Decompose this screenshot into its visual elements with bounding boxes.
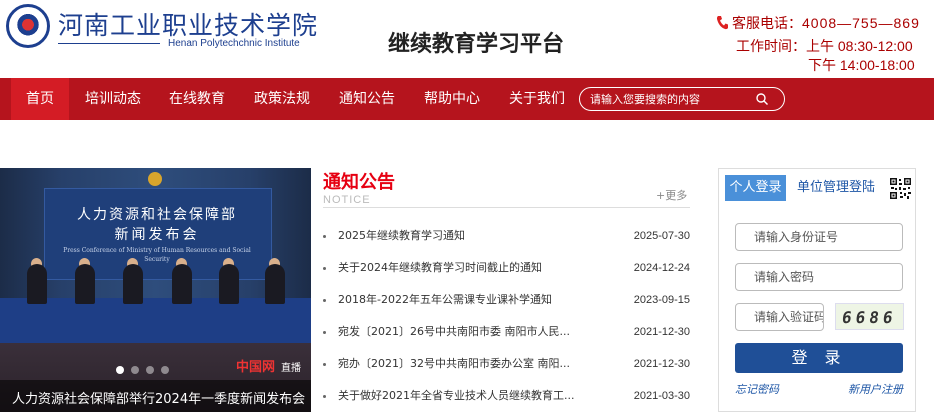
banner-caption[interactable]: 人力资源社会保障部举行2024年一季度新闻发布会	[12, 388, 305, 407]
login-panel: 个人登录 单位管理登陆 6686 登 录 忘记密码 新用户注册	[718, 168, 916, 412]
notice-item[interactable]: 关于做好2021年全省专业技术人员继续教育工... 2021-03-30	[323, 380, 690, 412]
nav-item-policies[interactable]: 政策法规	[251, 78, 313, 120]
person-figure	[172, 264, 192, 304]
emblem-icon	[148, 172, 162, 186]
work-hours-pm: 下午 14:00-18:00	[808, 57, 915, 73]
bullet-icon	[323, 235, 326, 238]
bullet-icon	[323, 331, 326, 334]
tab-unit-login[interactable]: 单位管理登陆	[797, 175, 875, 201]
search-icon[interactable]	[756, 93, 768, 105]
password-field[interactable]	[735, 263, 903, 291]
main-nav: 首页 培训动态 在线教育 政策法规 通知公告 帮助中心 关于我们	[0, 78, 934, 120]
header: 河南工业职业技术学院 Henan Polytechchnic Institute…	[0, 0, 934, 78]
notice-item[interactable]: 关于2024年继续教育学习时间截止的通知 2024-12-24	[323, 252, 690, 284]
notice-more-link[interactable]: +更多	[656, 187, 687, 203]
notice-date: 2021-03-30	[633, 390, 690, 402]
captcha-text: 6686	[840, 308, 898, 327]
banner-screen-subtitle: 新闻发布会	[114, 227, 200, 243]
service-label: 客服电话：	[732, 15, 802, 31]
carousel-dot[interactable]	[161, 366, 169, 374]
banner-table	[0, 298, 311, 343]
phone-icon	[716, 16, 728, 30]
bullet-icon	[323, 363, 326, 366]
id-number-field[interactable]	[735, 223, 903, 251]
nav-item-training-news[interactable]: 培训动态	[82, 78, 144, 120]
notice-date: 2021-12-30	[633, 326, 690, 338]
notice-item[interactable]: 宛办〔2021〕32号中共南阳市委办公室 南阳... 2021-12-30	[323, 348, 690, 380]
person-figure	[75, 264, 95, 304]
notice-item[interactable]: 宛发〔2021〕26号中共南阳市委 南阳市人民... 2021-12-30	[323, 316, 690, 348]
captcha-field[interactable]	[735, 303, 824, 331]
nav-item-about-us[interactable]: 关于我们	[506, 78, 568, 120]
notice-section-title: 通知公告	[323, 172, 395, 193]
watermark-text: 中国网	[236, 360, 276, 375]
captcha-image[interactable]: 6686	[835, 303, 904, 330]
banner-watermark: 中国网 直播	[236, 356, 301, 375]
service-phone: 4008—755—869	[802, 15, 920, 31]
notice-item[interactable]: 2018年-2022年五年公需课专业课补学通知 2023-09-15	[323, 284, 690, 316]
notice-item[interactable]: 2025年继续教育学习通知 2025-07-30	[323, 220, 690, 252]
work-hours-am: 工作时间：上午 08:30-12:00	[736, 38, 913, 54]
bullet-icon	[323, 299, 326, 302]
banner-screen-title: 人力资源和社会保障部	[77, 207, 237, 223]
nav-item-online-education[interactable]: 在线教育	[166, 78, 228, 120]
bullet-icon	[323, 395, 326, 398]
notice-title[interactable]: 2025年继续教育学习通知	[338, 220, 578, 252]
work-hours: 工作时间：上午 08:30-12:00 下午 14:00-18:00	[736, 37, 915, 75]
carousel-dot[interactable]	[116, 366, 124, 374]
search-box	[579, 87, 785, 111]
watermark-live: 直播	[281, 363, 302, 374]
person-figure	[27, 264, 47, 304]
tab-personal-login[interactable]: 个人登录	[725, 175, 786, 201]
register-link[interactable]: 新用户注册	[848, 381, 903, 397]
nav-item-help-center[interactable]: 帮助中心	[421, 78, 483, 120]
school-logo-icon[interactable]	[6, 4, 50, 48]
news-banner[interactable]: 人力资源和社会保障部 新闻发布会 Press Conference of Min…	[0, 168, 311, 412]
notice-title[interactable]: 关于2024年继续教育学习时间截止的通知	[338, 252, 578, 284]
notice-date: 2025-07-30	[633, 230, 690, 242]
carousel-indicators	[116, 359, 176, 374]
carousel-dot[interactable]	[146, 366, 154, 374]
school-name[interactable]: 河南工业职业技术学院	[58, 6, 318, 42]
school-name-en: Henan Polytechchnic Institute	[168, 38, 300, 49]
nav-item-home[interactable]: 首页	[11, 78, 69, 120]
bullet-icon	[323, 267, 326, 270]
person-figure	[123, 264, 143, 304]
notice-date: 2023-09-15	[633, 294, 690, 306]
carousel-dot[interactable]	[131, 366, 139, 374]
notice-divider	[323, 207, 690, 208]
search-input[interactable]	[590, 90, 750, 108]
notice-title[interactable]: 2018年-2022年五年公需课专业课补学通知	[338, 284, 578, 316]
notice-title[interactable]: 宛办〔2021〕32号中共南阳市委办公室 南阳...	[338, 348, 578, 380]
notice-date: 2021-12-30	[633, 358, 690, 370]
platform-title: 继续教育学习平台	[388, 32, 565, 57]
notice-date: 2024-12-24	[633, 262, 690, 274]
notice-title[interactable]: 关于做好2021年全省专业技术人员继续教育工...	[338, 380, 578, 412]
notice-section-subtitle: NOTICE	[323, 194, 371, 206]
person-figure	[265, 264, 285, 304]
forgot-password-link[interactable]: 忘记密码	[735, 381, 779, 397]
service-hotline: 客服电话：4008—755—869	[716, 13, 920, 33]
nav-item-notices[interactable]: 通知公告	[336, 78, 398, 120]
logo-divider	[58, 43, 160, 44]
person-figure	[219, 264, 239, 304]
qr-code-icon[interactable]	[889, 177, 912, 200]
login-button[interactable]: 登 录	[735, 343, 903, 373]
notice-title[interactable]: 宛发〔2021〕26号中共南阳市委 南阳市人民...	[338, 316, 578, 348]
